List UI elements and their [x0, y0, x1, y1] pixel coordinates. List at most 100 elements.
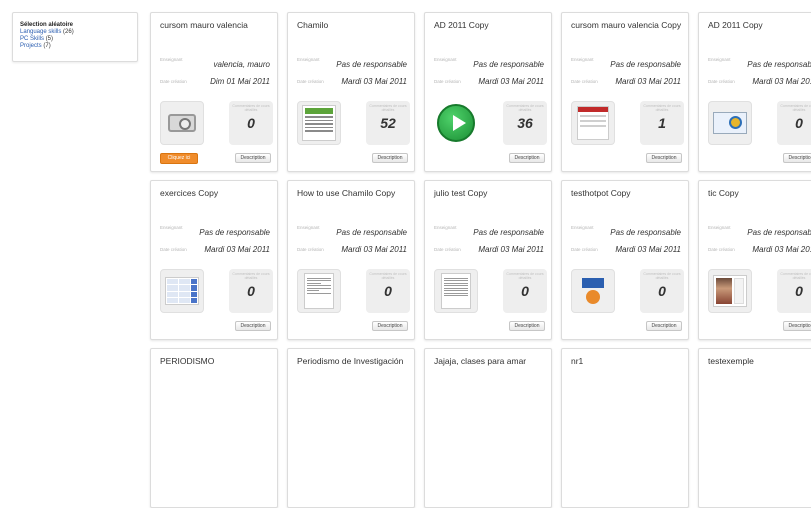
counter-value: 0: [658, 283, 666, 299]
comment-counter: Commentaires de cours détaillés 36: [503, 101, 547, 145]
date-label: Date création: [297, 79, 324, 84]
course-card: exercices Copy Enseignant Pas de respons…: [150, 180, 278, 340]
teacher-label: Enseignant: [297, 225, 320, 230]
course-card: PERIODISMO: [150, 348, 278, 508]
creation-date: Dim 01 Mai 2011: [210, 77, 270, 86]
course-thumbnail[interactable]: [160, 269, 204, 313]
course-thumbnail[interactable]: [434, 269, 478, 313]
creation-date: Mardi 03 Mai 2011: [752, 77, 811, 86]
teacher-label: Enseignant: [434, 57, 457, 62]
description-button[interactable]: Description: [372, 153, 408, 163]
counter-value: 0: [795, 283, 803, 299]
camera-icon: [168, 114, 196, 132]
counter-value: 0: [384, 283, 392, 299]
course-thumbnail[interactable]: [297, 101, 341, 145]
course-card: cursom mauro valencia Enseignant valenci…: [150, 12, 278, 172]
teacher-name: Pas de responsable: [336, 60, 407, 69]
course-title[interactable]: Chamilo: [297, 20, 328, 30]
course-title[interactable]: AD 2011 Copy: [708, 20, 763, 30]
description-button[interactable]: Description: [783, 321, 811, 331]
course-thumbnail[interactable]: [708, 101, 752, 145]
counter-label: Commentaires de cours détaillés: [232, 104, 270, 112]
text-doc-icon: [441, 273, 471, 309]
description-button[interactable]: Description: [235, 321, 271, 331]
course-title[interactable]: testexemple: [708, 356, 754, 366]
photo-id-icon: [713, 275, 747, 307]
sidebar-count: (7): [43, 43, 51, 49]
date-label: Date création: [297, 247, 324, 252]
counter-label: Commentaires de cours détaillés: [369, 272, 407, 280]
creation-date: Mardi 03 Mai 2011: [752, 245, 811, 254]
date-label: Date création: [708, 79, 735, 84]
course-title[interactable]: How to use Chamilo Copy: [297, 188, 395, 198]
counter-value: 0: [521, 283, 529, 299]
description-button[interactable]: Description: [646, 321, 682, 331]
counter-label: Commentaires de cours détaillés: [232, 272, 270, 280]
teacher-name: Pas de responsable: [610, 228, 681, 237]
counter-value: 0: [247, 283, 255, 299]
course-card: Jajaja, clases para amar: [424, 348, 552, 508]
creation-date: Mardi 03 Mai 2011: [615, 77, 681, 86]
counter-label: Commentaires de cours détaillés: [506, 272, 544, 280]
sidebar-item-pc-skills[interactable]: PC Skills (5): [20, 36, 130, 43]
course-card: Periodismo de Investigación: [287, 348, 415, 508]
course-thumbnail[interactable]: [160, 101, 204, 145]
sidebar-link-projects[interactable]: Projects: [20, 43, 42, 49]
teacher-name: Pas de responsable: [473, 60, 544, 69]
comment-counter: Commentaires de cours détaillés 52: [366, 101, 410, 145]
certificate-icon: [713, 112, 747, 134]
course-title[interactable]: Jajaja, clases para amar: [434, 356, 526, 366]
teacher-label: Enseignant: [571, 225, 594, 230]
description-button[interactable]: Description: [646, 153, 682, 163]
course-title[interactable]: nr1: [571, 356, 583, 366]
course-thumbnail[interactable]: [297, 269, 341, 313]
chamilo-doc-icon: [302, 105, 336, 141]
counter-label: Commentaires de cours détaillés: [643, 272, 681, 280]
description-button[interactable]: Description: [235, 153, 271, 163]
course-title[interactable]: julio test Copy: [434, 188, 487, 198]
creation-date: Mardi 03 Mai 2011: [478, 77, 544, 86]
description-button[interactable]: Description: [509, 153, 545, 163]
course-thumbnail[interactable]: [571, 269, 615, 313]
course-title[interactable]: testhotpot Copy: [571, 188, 631, 198]
course-title[interactable]: cursom mauro valencia: [160, 20, 248, 30]
course-title[interactable]: Periodismo de Investigación: [297, 356, 403, 366]
description-button[interactable]: Description: [783, 153, 811, 163]
course-title[interactable]: AD 2011 Copy: [434, 20, 489, 30]
counter-label: Commentaires de cours détaillés: [369, 104, 407, 112]
comment-counter: Commentaires de cours détaillés 0: [366, 269, 410, 313]
teacher-name: Pas de responsable: [747, 60, 811, 69]
date-label: Date création: [708, 247, 735, 252]
counter-value: 0: [795, 115, 803, 131]
course-card: How to use Chamilo Copy Enseignant Pas d…: [287, 180, 415, 340]
counter-value: 0: [247, 115, 255, 131]
play-icon: [437, 104, 475, 142]
counter-value: 36: [517, 115, 533, 131]
course-title[interactable]: cursom mauro valencia Copy: [571, 20, 681, 30]
counter-label: Commentaires de cours détaillés: [506, 104, 544, 112]
description-button[interactable]: Description: [509, 321, 545, 331]
description-button[interactable]: Description: [372, 321, 408, 331]
teacher-label: Enseignant: [708, 57, 731, 62]
random-selection-panel: Sélection aléatoire Language skills (26)…: [12, 12, 138, 62]
open-course-button[interactable]: Cliquez ici: [160, 153, 198, 164]
comment-counter: Commentaires de cours détaillés 0: [777, 269, 811, 313]
creation-date: Mardi 03 Mai 2011: [615, 245, 681, 254]
course-title[interactable]: tic Copy: [708, 188, 739, 198]
table-doc-icon: [165, 277, 199, 305]
teacher-name: Pas de responsable: [747, 228, 811, 237]
course-title[interactable]: PERIODISMO: [160, 356, 214, 366]
course-title[interactable]: exercices Copy: [160, 188, 218, 198]
sidebar-item-language-skills[interactable]: Language skills (26): [20, 29, 130, 36]
course-card: cursom mauro valencia Copy Enseignant Pa…: [561, 12, 689, 172]
sidebar-item-projects[interactable]: Projects (7): [20, 43, 130, 50]
sidebar-link-language-skills[interactable]: Language skills: [20, 29, 61, 35]
course-card: julio test Copy Enseignant Pas de respon…: [424, 180, 552, 340]
course-thumbnail[interactable]: [571, 101, 615, 145]
course-thumbnail[interactable]: [434, 101, 478, 145]
course-card: testhotpot Copy Enseignant Pas de respon…: [561, 180, 689, 340]
creation-date: Mardi 03 Mai 2011: [341, 77, 407, 86]
course-thumbnail[interactable]: [708, 269, 752, 313]
sidebar-link-pc-skills[interactable]: PC Skills: [20, 36, 44, 42]
comment-counter: Commentaires de cours détaillés 0: [777, 101, 811, 145]
